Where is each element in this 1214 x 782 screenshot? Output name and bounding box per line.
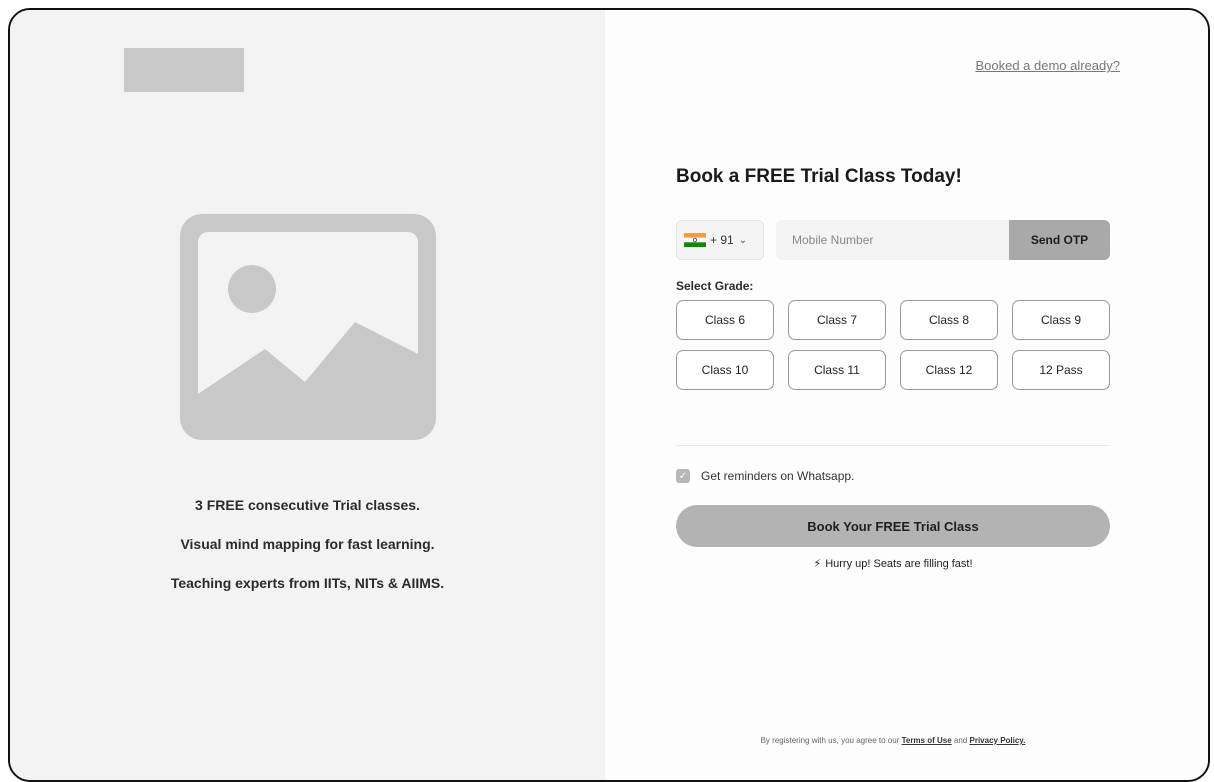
mobile-number-input[interactable]: [776, 220, 1009, 260]
form-title: Book a FREE Trial Class Today!: [676, 166, 962, 187]
phone-row: + 91 ⌄ Send OTP: [676, 220, 1110, 262]
grade-class-11[interactable]: Class 11: [788, 350, 886, 390]
select-grade-label: Select Grade:: [676, 279, 754, 293]
grade-options: Class 6 Class 7 Class 8 Class 9 Class 10…: [676, 300, 1110, 390]
country-code-value: + 91: [710, 233, 734, 247]
grade-class-12[interactable]: Class 12: [900, 350, 998, 390]
grade-class-8[interactable]: Class 8: [900, 300, 998, 340]
grade-class-10[interactable]: Class 10: [676, 350, 774, 390]
hurry-message: ⚡︎ Hurry up! Seats are filling fast!: [676, 557, 1110, 570]
chevron-down-icon: ⌄: [738, 234, 748, 246]
feature-item: Teaching experts from IITs, NITs & AIIMS…: [170, 575, 445, 591]
grade-class-7[interactable]: Class 7: [788, 300, 886, 340]
whatsapp-reminder-checkbox[interactable]: ✓: [676, 469, 690, 483]
book-trial-button[interactable]: Book Your FREE Trial Class: [676, 505, 1110, 547]
feature-item: 3 FREE consecutive Trial classes.: [195, 497, 420, 513]
terms-of-use-link[interactable]: Terms of Use: [902, 736, 952, 745]
logo-placeholder: [124, 48, 244, 92]
image-placeholder-icon: [180, 214, 436, 440]
feature-list: 3 FREE consecutive Trial classes. Visual…: [10, 496, 605, 613]
whatsapp-reminder-option[interactable]: ✓ Get reminders on Whatsapp.: [676, 469, 854, 483]
feature-item: Visual mind mapping for fast learning.: [180, 536, 435, 552]
booked-demo-link[interactable]: Booked a demo already?: [975, 58, 1120, 73]
right-panel: Booked a demo already? Book a FREE Trial…: [605, 10, 1208, 780]
privacy-policy-link[interactable]: Privacy Policy.: [970, 736, 1026, 745]
india-flag-icon: [684, 233, 706, 247]
country-code-select[interactable]: + 91 ⌄: [676, 220, 764, 260]
send-otp-button[interactable]: Send OTP: [1009, 220, 1110, 260]
grade-12-pass[interactable]: 12 Pass: [1012, 350, 1110, 390]
terms-prefix: By registering with us, you agree to our: [760, 736, 900, 745]
page-frame: 3 FREE consecutive Trial classes. Visual…: [8, 8, 1210, 782]
terms-notice: By registering with us, you agree to our…: [676, 736, 1110, 745]
terms-and: and: [953, 736, 968, 745]
lightning-icon: ⚡︎: [813, 558, 822, 570]
whatsapp-reminder-label: Get reminders on Whatsapp.: [701, 469, 855, 483]
divider: [676, 445, 1110, 446]
grade-class-9[interactable]: Class 9: [1012, 300, 1110, 340]
grade-class-6[interactable]: Class 6: [676, 300, 774, 340]
hurry-text: Hurry up! Seats are filling fast!: [825, 558, 973, 570]
left-panel: 3 FREE consecutive Trial classes. Visual…: [10, 10, 605, 780]
